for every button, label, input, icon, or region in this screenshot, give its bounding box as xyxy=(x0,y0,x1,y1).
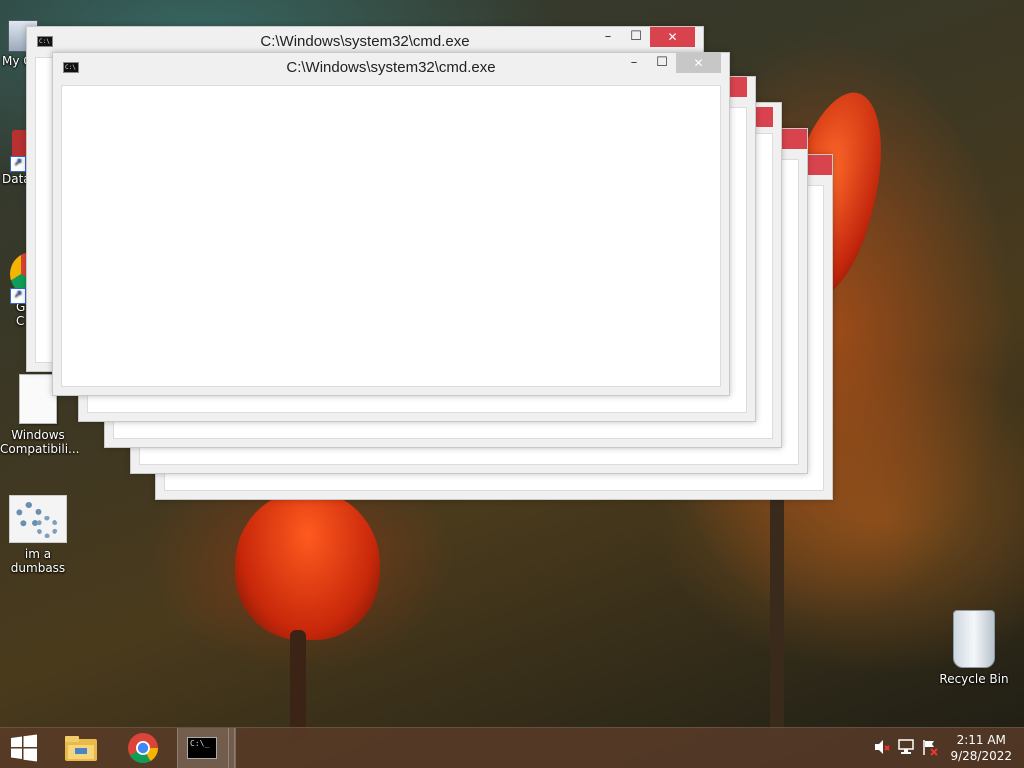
desktop-icon-recycle-bin[interactable]: Recycle Bin xyxy=(936,610,1012,686)
desktop-icon-label: Recycle Bin xyxy=(939,672,1009,686)
gears-icon xyxy=(9,495,67,543)
taskbar: C:\_ 2:11 AM 9/28/2022 xyxy=(0,727,1024,768)
clock-date: 9/28/2022 xyxy=(950,749,1012,763)
taskbar-file-explorer[interactable] xyxy=(54,728,110,768)
start-button[interactable] xyxy=(0,728,56,768)
cmd-icon: C:\_ xyxy=(187,737,217,759)
title-bar[interactable]: C:\ C:\Windows\system32\cmd.exe – ☐ ✕ xyxy=(53,53,729,81)
cmd-window-2[interactable]: C:\ C:\Windows\system32\cmd.exe – ☐ ✕ xyxy=(52,52,730,396)
close-button[interactable] xyxy=(804,155,832,175)
desktop-icon-im-a-dumbass[interactable]: im a dumbass xyxy=(0,495,76,575)
chrome-icon xyxy=(128,733,158,764)
taskbar-clock[interactable]: 2:11 AM 9/28/2022 xyxy=(950,732,1012,764)
shortcut-arrow-icon: ↗ xyxy=(10,288,26,304)
maximize-button[interactable]: ☐ xyxy=(623,27,649,47)
recycle-bin-icon xyxy=(953,610,995,668)
minimize-button[interactable]: – xyxy=(595,27,621,47)
close-button[interactable]: ✕ xyxy=(650,27,695,47)
desktop-icon-label: Windows Compatibili... xyxy=(0,428,80,456)
speaker-muted-icon[interactable] xyxy=(873,738,891,756)
close-button[interactable] xyxy=(779,129,807,149)
taskbar-cmd[interactable]: C:\_ xyxy=(177,728,235,768)
windows-logo-icon xyxy=(11,734,37,762)
taskbar-chrome[interactable] xyxy=(116,728,172,768)
title-bar[interactable]: C:\ C:\Windows\system32\cmd.exe – ☐ ✕ xyxy=(27,27,703,55)
shortcut-arrow-icon: ↗ xyxy=(10,156,26,172)
maximize-button[interactable]: ☐ xyxy=(649,53,675,73)
network-icon[interactable] xyxy=(897,738,915,756)
action-center-flag-icon[interactable] xyxy=(921,738,939,756)
taskbar-cmd-stack-indicator xyxy=(228,728,236,768)
clock-time: 2:11 AM xyxy=(956,733,1006,747)
minimize-button[interactable]: – xyxy=(621,53,647,73)
close-button[interactable]: ✕ xyxy=(676,53,721,73)
file-explorer-icon xyxy=(65,736,97,761)
window-client-area xyxy=(61,85,721,387)
desktop-icon-label: im a dumbass xyxy=(10,547,66,575)
